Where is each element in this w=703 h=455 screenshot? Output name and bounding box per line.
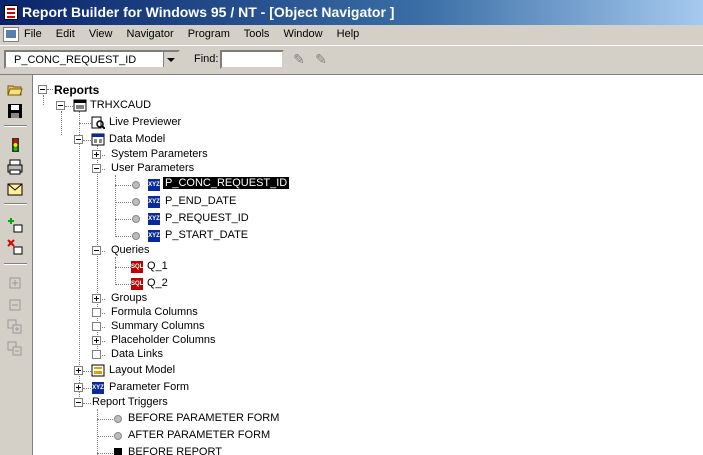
vertical-toolbar <box>0 75 33 455</box>
expand-icon <box>7 275 23 291</box>
collapse-toggle[interactable] <box>92 164 101 173</box>
tree-label: TRHXCAUD <box>90 99 152 111</box>
empty-toggle <box>92 322 101 331</box>
tree-label: Reports <box>54 83 100 97</box>
chevron-down-icon[interactable] <box>163 52 178 67</box>
menu-help[interactable]: Help <box>337 28 360 40</box>
bullet-icon <box>114 415 122 423</box>
parameter-form-icon: XYZ <box>92 382 104 394</box>
parameter-icon: XYZ <box>148 213 160 225</box>
tree-label: Formula Columns <box>111 306 198 318</box>
tree-label: Placeholder Columns <box>111 334 216 346</box>
trigger-code-icon <box>114 448 122 455</box>
find-input[interactable] <box>220 50 284 69</box>
tree-label: Data Model <box>109 133 166 145</box>
toolbar: P_CONC_REQUEST_ID Find: ✎ ✎ <box>0 46 703 75</box>
data-model-icon <box>91 133 105 146</box>
bullet-icon <box>132 215 140 223</box>
object-navigator-tree[interactable]: Reports TRHXCAUD Live Previewer Data Mod… <box>33 75 703 455</box>
sql-query-icon: SQL <box>131 278 143 290</box>
bullet-icon <box>132 232 140 240</box>
tree-label: P_START_DATE <box>165 229 249 241</box>
tree-label: AFTER PARAMETER FORM <box>128 429 271 441</box>
layout-model-icon <box>91 364 105 377</box>
collapse-icon <box>7 297 23 313</box>
bullet-icon <box>132 181 140 189</box>
live-previewer-icon <box>91 116 106 130</box>
empty-toggle <box>92 308 101 317</box>
bullet-icon <box>114 432 122 440</box>
menu-edit[interactable]: Edit <box>56 28 75 40</box>
collapse-toggle[interactable] <box>74 135 83 144</box>
tree-label: User Parameters <box>111 162 195 174</box>
tree-label: Data Links <box>111 348 163 360</box>
expand-toggle[interactable] <box>92 150 101 159</box>
empty-toggle <box>92 350 101 359</box>
menu-tools[interactable]: Tools <box>244 28 270 40</box>
tree-label: Layout Model <box>109 364 176 376</box>
tree-label: Q_1 <box>147 260 168 272</box>
tree-label: Q_2 <box>147 277 168 289</box>
collapse-toggle[interactable] <box>38 85 47 94</box>
sql-query-icon: SQL <box>131 261 143 273</box>
tree-label: Live Previewer <box>109 116 182 128</box>
menu-navigator[interactable]: Navigator <box>127 28 174 40</box>
bullet-icon <box>132 198 140 206</box>
parameter-icon: XYZ <box>148 230 160 242</box>
collapse-all-icon <box>7 341 23 357</box>
app-icon[interactable] <box>4 5 18 20</box>
tree-label-selected: P_CONC_REQUEST_ID <box>161 176 291 190</box>
object-select-value: P_CONC_REQUEST_ID <box>14 54 137 66</box>
menu-file[interactable]: File <box>24 28 42 40</box>
menu-program[interactable]: Program <box>188 28 230 40</box>
run-report-icon[interactable] <box>7 137 23 153</box>
open-folder-icon[interactable] <box>7 81 23 97</box>
parameter-icon: XYZ <box>148 196 160 208</box>
menu-view[interactable]: View <box>89 28 113 40</box>
tree-label: Report Triggers <box>92 396 168 408</box>
tree-label: P_REQUEST_ID <box>165 212 249 224</box>
find-next-icon[interactable]: ✎ <box>290 51 308 68</box>
window-title: Report Builder for Windows 95 / NT - [Ob… <box>22 4 395 20</box>
tree-label: Queries <box>111 244 150 256</box>
create-icon[interactable] <box>7 217 23 233</box>
tree-label: P_END_DATE <box>165 195 237 207</box>
collapse-toggle[interactable] <box>56 101 65 110</box>
save-icon[interactable] <box>7 103 23 119</box>
title-bar: Report Builder for Windows 95 / NT - [Ob… <box>0 0 703 25</box>
tree-label: Parameter Form <box>109 381 190 393</box>
expand-toggle[interactable] <box>92 294 101 303</box>
tree-label: Summary Columns <box>111 320 205 332</box>
document-icon[interactable] <box>3 27 19 42</box>
collapse-toggle[interactable] <box>92 246 101 255</box>
collapse-toggle[interactable] <box>74 398 83 407</box>
report-icon <box>73 99 87 112</box>
find-label: Find: <box>194 53 219 65</box>
expand-toggle[interactable] <box>74 383 83 392</box>
mail-icon[interactable] <box>7 181 23 197</box>
print-icon[interactable] <box>7 159 23 175</box>
tree-label: BEFORE PARAMETER FORM <box>128 412 280 424</box>
expand-all-icon <box>7 319 23 335</box>
menu-bar: File Edit View Navigator Program Tools W… <box>0 25 703 46</box>
expand-toggle[interactable] <box>74 366 83 375</box>
tree-label: System Parameters <box>111 148 208 160</box>
delete-icon[interactable] <box>7 239 23 255</box>
find-previous-icon[interactable]: ✎ <box>312 51 330 68</box>
menu-window[interactable]: Window <box>283 28 322 40</box>
tree-label: BEFORE REPORT <box>128 446 222 455</box>
tree-label: Groups <box>111 292 148 304</box>
object-select[interactable]: P_CONC_REQUEST_ID <box>4 50 180 69</box>
parameter-icon: XYZ <box>148 179 160 191</box>
expand-toggle[interactable] <box>92 336 101 345</box>
